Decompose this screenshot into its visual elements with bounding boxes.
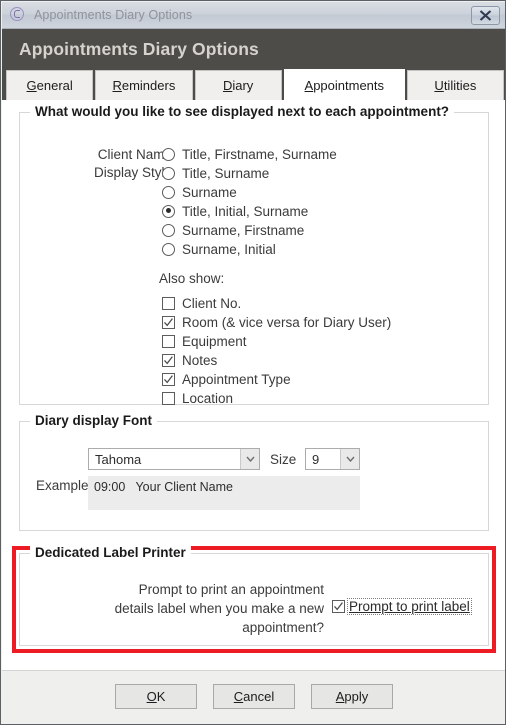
font-size-label: Size: [270, 452, 297, 467]
radio-label: Surname: [182, 184, 237, 200]
chevron-down-icon: [240, 449, 259, 469]
checkbox-option[interactable]: Equipment: [162, 332, 391, 350]
radio-option[interactable]: Title, Firstname, Surname: [162, 145, 337, 163]
tab-label: General: [26, 78, 73, 93]
client-name-style-label: Client Name Display Style: [40, 146, 172, 182]
example-label: Example: [36, 478, 89, 493]
header-banner: Appointments Diary Options: [2, 29, 505, 69]
also-show-checkbox-group: Client No. Room (& vice versa for Diary U…: [162, 294, 391, 408]
cancel-button[interactable]: Cancel: [213, 684, 295, 709]
checkbox-option[interactable]: Room (& vice versa for Diary User): [162, 313, 391, 331]
tab-bar: General Reminders Diary Appointments Utiliti…: [2, 69, 505, 100]
check-icon: [164, 317, 173, 326]
radio-option[interactable]: Surname, Firstname: [162, 221, 337, 239]
tab-appointments[interactable]: Appointments: [283, 69, 405, 100]
prompt-to-print-label-text: Prompt to print label: [347, 598, 472, 615]
checkbox-box: [162, 296, 175, 310]
button-label: OK: [146, 689, 166, 704]
radio-indicator: [162, 204, 175, 218]
checkbox-option[interactable]: Client No.: [162, 294, 391, 312]
page-title: Appointments Diary Options: [19, 38, 259, 59]
checkbox-label: Location: [182, 390, 234, 406]
checkbox-option[interactable]: Location: [162, 389, 391, 407]
checkbox-box: [162, 391, 175, 405]
checkbox-box: [162, 334, 175, 348]
checkbox-box: [162, 315, 175, 329]
font-family-select[interactable]: Tahoma: [88, 448, 260, 470]
dialog-footer: OK Cancel Apply: [2, 670, 505, 724]
checkbox-label: Equipment: [182, 333, 247, 349]
tab-label: Appointments: [304, 77, 385, 93]
app-icon: [10, 7, 26, 23]
checkbox-label: Notes: [182, 352, 218, 368]
window-title: Appointments Diary Options: [34, 8, 193, 22]
radio-indicator: [162, 166, 175, 180]
label-printer-group: Dedicated Label Printer Prompt to print …: [19, 545, 489, 646]
prompt-to-print-label-checkbox[interactable]: Prompt to print label: [332, 598, 472, 615]
checkbox-label: Room (& vice versa for Diary User): [182, 314, 392, 330]
prompt-description-line3: appointment?: [242, 620, 324, 635]
font-size-select[interactable]: 9: [305, 448, 360, 470]
tab-reminders[interactable]: Reminders: [95, 70, 193, 100]
radio-option[interactable]: Title, Initial, Surname: [162, 202, 337, 220]
diary-font-legend: Diary display Font: [30, 413, 158, 428]
checkbox-option[interactable]: Appointment Type: [162, 370, 391, 388]
radio-indicator: [162, 185, 175, 199]
ok-button[interactable]: OK: [115, 684, 197, 709]
display-options-legend: What would you like to see displayed nex…: [30, 104, 455, 119]
checkbox-box: [162, 353, 175, 367]
tab-label: Diary: [222, 78, 254, 93]
check-icon: [164, 355, 173, 364]
radio-indicator: [162, 147, 175, 161]
client-name-style-radio-group: Title, Firstname, Surname Title, Surname S…: [162, 145, 337, 259]
font-size-value: 9: [312, 451, 320, 467]
tab-general[interactable]: General: [6, 70, 94, 100]
close-button[interactable]: [471, 5, 500, 25]
radio-label: Surname, Initial: [182, 241, 276, 257]
font-preview: 09:00 Your Client Name: [88, 476, 360, 510]
tab-label: Utilities: [434, 78, 477, 93]
apply-button[interactable]: Apply: [311, 684, 393, 709]
prompt-description: Prompt to print an appointment details l…: [34, 580, 324, 637]
checkbox-box: [332, 600, 345, 613]
prompt-description-line1: Prompt to print an appointment: [138, 582, 324, 597]
tab-content-appointments: What would you like to see displayed nex…: [2, 100, 505, 670]
tab-label: Reminders: [112, 78, 176, 93]
radio-option[interactable]: Surname: [162, 183, 337, 201]
radio-indicator: [162, 223, 175, 237]
client-name-style-label-line2: Display Style: [93, 165, 172, 180]
button-label: Cancel: [233, 689, 275, 704]
diary-font-group: Diary display Font Tahoma Size 9 Example…: [19, 413, 489, 531]
tab-diary[interactable]: Diary: [194, 70, 282, 100]
radio-label: Title, Initial, Surname: [182, 203, 309, 219]
options-dialog-window: Appointments Diary Options Appointments …: [0, 0, 506, 725]
close-icon: [479, 9, 492, 21]
also-show-label: Also show:: [159, 271, 225, 286]
checkbox-box: [162, 372, 175, 386]
tab-utilities[interactable]: Utilities: [406, 70, 504, 100]
radio-indicator: [162, 242, 175, 256]
check-icon: [164, 374, 173, 383]
radio-option[interactable]: Surname, Initial: [162, 240, 337, 258]
checkbox-option[interactable]: Notes: [162, 351, 391, 369]
prompt-description-line2: details label when you make a new: [114, 601, 324, 616]
check-icon: [334, 602, 343, 611]
client-name-style-label-line1: Client Name: [97, 147, 172, 162]
title-bar: Appointments Diary Options: [2, 2, 505, 29]
checkbox-label: Appointment Type: [182, 371, 291, 387]
button-label: Apply: [335, 689, 369, 704]
radio-label: Title, Firstname, Surname: [182, 146, 337, 162]
radio-option[interactable]: Title, Surname: [162, 164, 337, 182]
chevron-down-icon: [340, 449, 359, 469]
font-family-value: Tahoma: [95, 451, 142, 467]
radio-label: Surname, Firstname: [182, 222, 305, 238]
display-options-group: What would you like to see displayed nex…: [19, 104, 489, 408]
checkbox-label: Client No.: [182, 295, 242, 311]
label-printer-legend: Dedicated Label Printer: [30, 545, 191, 560]
radio-label: Title, Surname: [182, 165, 270, 181]
